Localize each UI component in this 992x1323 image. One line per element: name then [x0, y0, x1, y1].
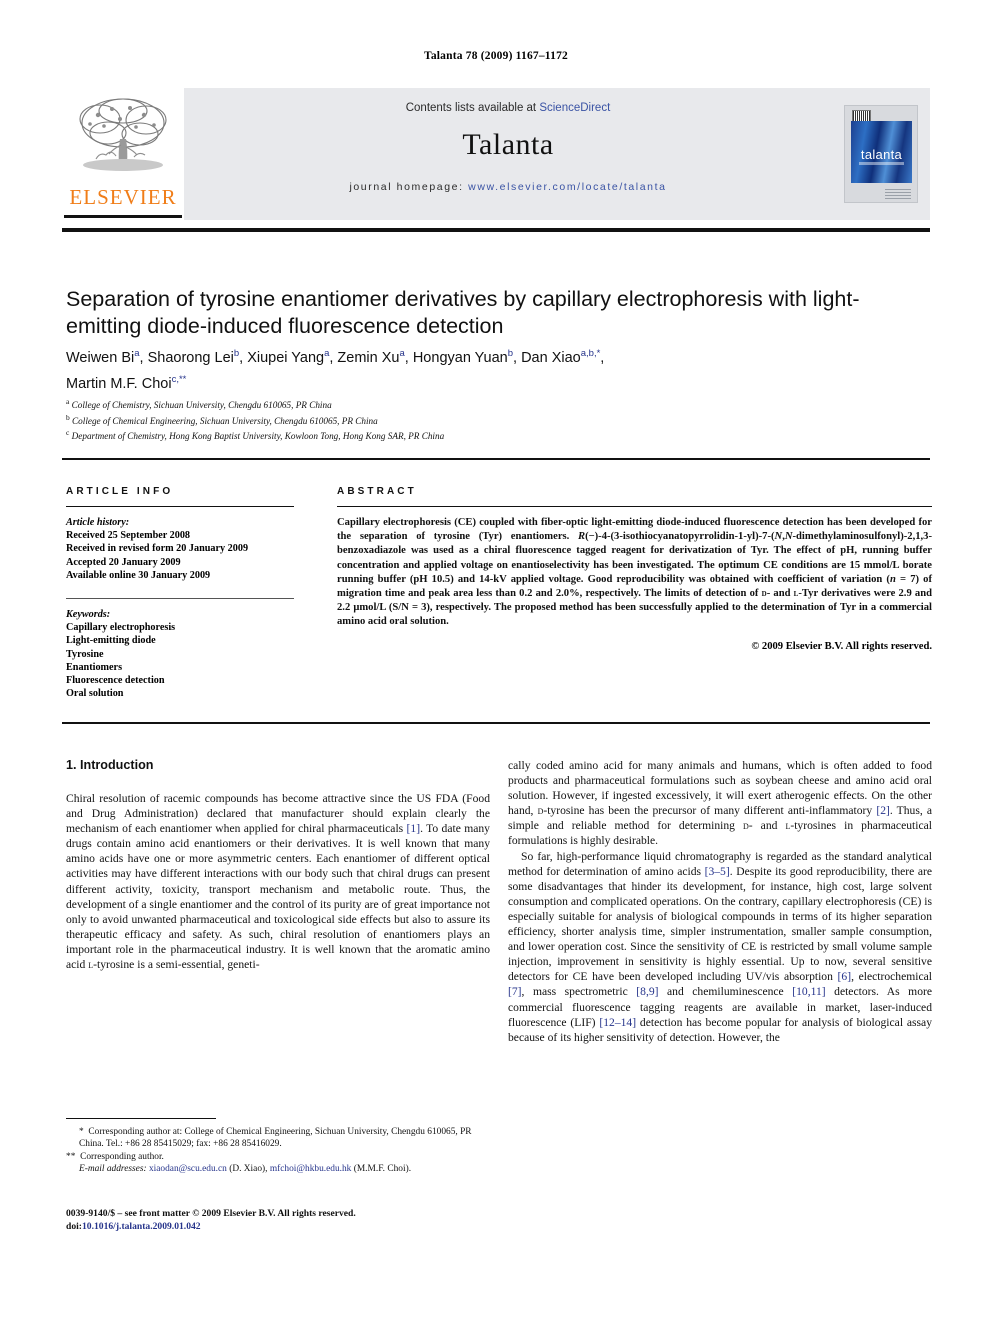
journal-article-page: Talanta 78 (2009) 1167–1172 ELSEVIER Con…: [0, 0, 992, 1323]
abstract-column: ABSTRACT Capillary electrophoresis (CE) …: [337, 486, 932, 652]
keyword-item: Tyrosine: [66, 648, 104, 660]
page-title: Separation of tyrosine enantiomer deriva…: [66, 287, 860, 339]
abstract-block-divider: [62, 722, 930, 724]
affiliation-text: College of Chemical Engineering, Sichuan…: [72, 415, 378, 426]
elsevier-tree-icon: [79, 98, 167, 171]
title-block-divider: [62, 458, 930, 460]
history-item: Received in revised form 20 January 2009: [66, 543, 249, 555]
running-head: Talanta 78 (2009) 1167–1172: [424, 50, 568, 62]
keywords-rule: [66, 598, 294, 600]
affiliation-marker: a: [66, 397, 70, 406]
cover-subtitle-bar: [859, 162, 904, 165]
contents-prefix: Contents lists available at: [405, 102, 540, 114]
affiliation-marker: c: [66, 428, 70, 438]
elsevier-logo: ELSEVIER: [62, 95, 184, 220]
elsevier-wordmark: ELSEVIER: [69, 185, 177, 209]
article-info-column: ARTICLE INFO Article history: Received 2…: [66, 486, 294, 700]
contents-available-line: Contents lists available at ScienceDirec…: [184, 88, 832, 114]
corresponding-author-note-1: * Corresponding author at: College of Ch…: [79, 1127, 472, 1150]
corresponding-author-note-2: ** Corresponding author.: [66, 1151, 164, 1162]
body-column-right: cally coded amino acid for many animals …: [508, 758, 932, 1045]
history-item: Accepted 20 January 2009: [66, 556, 181, 568]
affiliation-item: b College of Chemical Engineering, Sichu…: [66, 412, 932, 428]
article-history-label: Article history:: [66, 517, 130, 528]
homepage-prefix: journal homepage:: [349, 181, 469, 193]
journal-masthead: ELSEVIER Contents lists available at Sci…: [62, 88, 930, 220]
keywords-block: Keywords: Capillary electrophoresis Ligh…: [66, 608, 294, 700]
keywords-label: Keywords:: [66, 609, 111, 621]
journal-homepage-line: journal homepage: www.elsevier.com/locat…: [184, 181, 832, 193]
keyword-item: Oral solution: [66, 688, 124, 700]
intro-paragraph: So far, high-performance liquid chromato…: [508, 849, 933, 1044]
sciencedirect-link[interactable]: ScienceDirect: [539, 102, 610, 114]
article-history-block: Article history: Received 25 September 2…: [66, 516, 294, 582]
author-list: Weiwen Bia, Shaorong Leib, Xiupei Yanga,…: [66, 343, 932, 395]
issn-line: 0039-9140/$ – see front matter © 2009 El…: [66, 1208, 356, 1219]
affiliation-list: a College of Chemistry, Sichuan Universi…: [66, 396, 932, 443]
elsevier-underline: [64, 215, 182, 218]
homepage-url-link[interactable]: www.elsevier.com/locate/talanta: [468, 181, 666, 193]
article-info-heading: ARTICLE INFO: [66, 486, 174, 497]
intro-paragraph: Chiral resolution of racemic compounds h…: [66, 792, 490, 972]
author-line-1: Weiwen Bia, Shaorong Leib, Xiupei Yanga,…: [66, 348, 605, 366]
abstract-heading: ABSTRACT: [337, 486, 417, 497]
abstract-rule: [337, 506, 932, 507]
abstract-body: Capillary electrophoresis (CE) coupled w…: [337, 517, 932, 628]
affiliation-item: a College of Chemistry, Sichuan Universi…: [66, 396, 932, 412]
keyword-item: Light-emitting diode: [66, 635, 156, 647]
article-info-rule: [66, 506, 294, 507]
history-item: Available online 30 January 2009: [66, 569, 211, 581]
body-column-left: 1. Introduction Chiral resolution of rac…: [66, 758, 490, 972]
journal-cover-thumbnail: talanta: [844, 105, 918, 203]
affiliation-text: College of Chemistry, Sichuan University…: [71, 400, 332, 411]
author-line-2: Martin M.F. Choic,**: [66, 373, 187, 392]
keyword-item: Fluorescence detection: [66, 675, 165, 687]
email-addresses-note: E-mail addresses: xiaodan@scu.edu.cn (D.…: [79, 1164, 412, 1175]
keyword-item: Capillary electrophoresis: [66, 622, 176, 634]
journal-title: Talanta: [462, 128, 554, 161]
cover-artwork: talanta: [851, 121, 912, 183]
cover-publisher-mark: [885, 189, 911, 199]
abstract-copyright: © 2009 Elsevier B.V. All rights reserved…: [751, 640, 932, 652]
keyword-item: Enantiomers: [66, 661, 123, 673]
issn-doi-footer: 0039-9140/$ – see front matter © 2009 El…: [66, 1208, 526, 1233]
footnote-divider: [66, 1118, 216, 1119]
history-item: Received 25 September 2008: [66, 530, 191, 542]
doi-line[interactable]: doi:10.1016/j.talanta.2009.01.042: [66, 1221, 526, 1234]
footnote-block: * Corresponding author at: College of Ch…: [66, 1126, 490, 1176]
section-heading-introduction: 1. Introduction: [66, 758, 154, 772]
journal-cover-panel: talanta: [832, 88, 930, 220]
cover-wordmark: talanta: [860, 147, 903, 162]
intro-paragraph: cally coded amino acid for many animals …: [508, 759, 933, 848]
affiliation-text: Department of Chemistry, Hong Kong Bapti…: [71, 431, 445, 442]
affiliation-item: c Department of Chemistry, Hong Kong Bap…: [66, 427, 932, 443]
affiliation-marker: b: [66, 412, 70, 422]
masthead-center-panel: Contents lists available at ScienceDirec…: [184, 88, 832, 220]
masthead-divider: [62, 228, 930, 232]
